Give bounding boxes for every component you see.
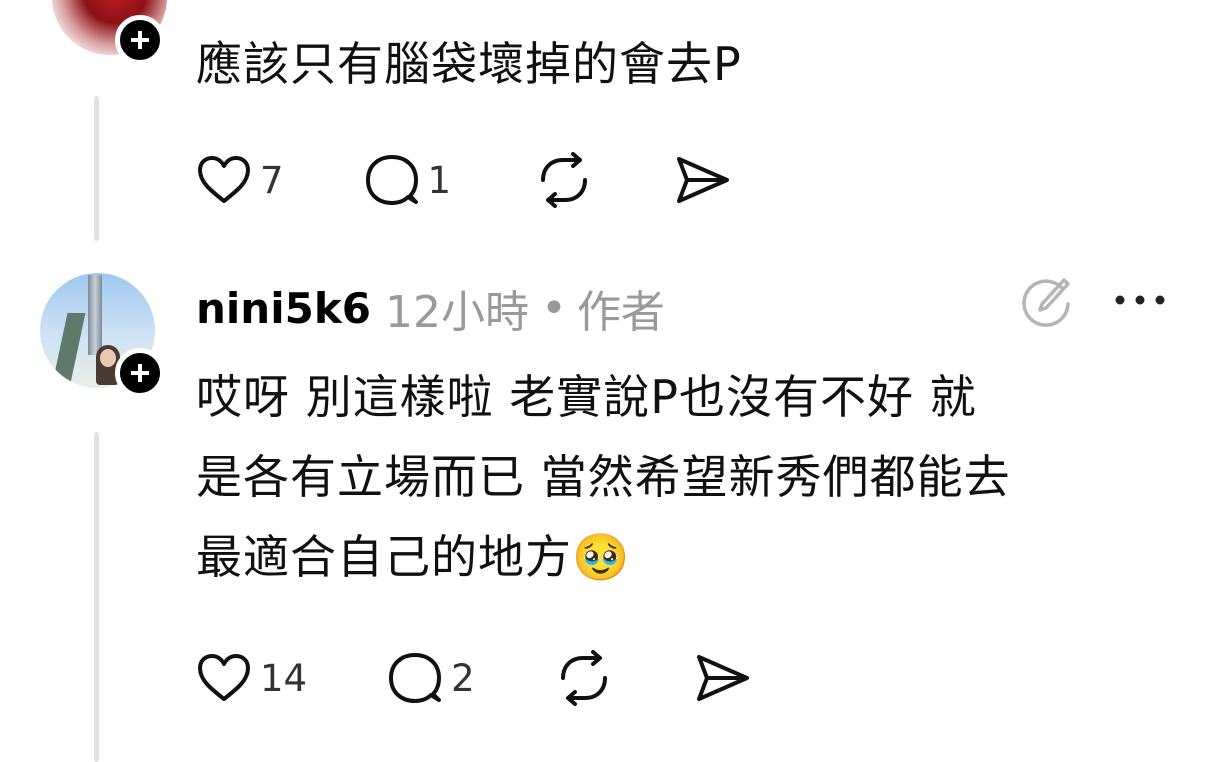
more-dots-icon[interactable] <box>1110 290 1170 310</box>
share-button[interactable] <box>673 150 731 210</box>
action-bar: 14 2 <box>196 648 751 708</box>
send-icon <box>696 655 749 701</box>
like-button[interactable]: 14 <box>196 648 307 708</box>
comment-line: 最適合自己的地方🥹 <box>196 530 631 584</box>
reply-button[interactable]: 1 <box>364 150 452 210</box>
comment-text: 應該只有腦袋壞掉的會去P <box>196 37 742 91</box>
like-count: 14 <box>260 656 308 700</box>
follow-plus-icon[interactable] <box>115 15 165 65</box>
like-button[interactable]: 7 <box>196 150 284 210</box>
author-label: 作者 <box>576 287 665 338</box>
repost-button[interactable] <box>535 150 593 210</box>
repost-button[interactable] <box>555 648 613 708</box>
comment-line: 是各有立場而已 當然希望新秀們都能去 <box>196 450 1011 504</box>
send-icon <box>677 157 730 203</box>
comment-bubble-icon <box>389 653 442 703</box>
timestamp: 12小時 <box>384 287 529 338</box>
share-button[interactable] <box>693 648 751 708</box>
heart-icon <box>198 654 250 701</box>
comment-text: 哎呀 別這樣啦 老實說P也沒有不好 就 是各有立場而已 當然希望新秀們都能去 最… <box>196 357 1011 597</box>
username[interactable]: nini5k6 <box>196 284 371 333</box>
like-count: 7 <box>260 158 284 202</box>
edit-circle-icon[interactable] <box>1018 272 1074 328</box>
reply-button[interactable]: 2 <box>387 648 475 708</box>
comment-line: 哎呀 別這樣啦 老實說P也沒有不好 就 <box>196 370 977 424</box>
action-bar: 7 1 <box>196 150 731 210</box>
separator: • <box>540 282 567 334</box>
comment-header: nini5k6 12小時 • 作者 <box>196 276 665 340</box>
repost-icon <box>560 650 607 706</box>
reply-count: 1 <box>427 158 452 202</box>
repost-icon <box>541 152 588 208</box>
thread-line <box>94 432 99 762</box>
comment-bubble-icon <box>365 155 418 205</box>
heart-icon <box>198 156 250 203</box>
follow-plus-icon[interactable] <box>115 348 165 398</box>
reply-count: 2 <box>451 656 475 700</box>
thread-line <box>94 96 99 241</box>
